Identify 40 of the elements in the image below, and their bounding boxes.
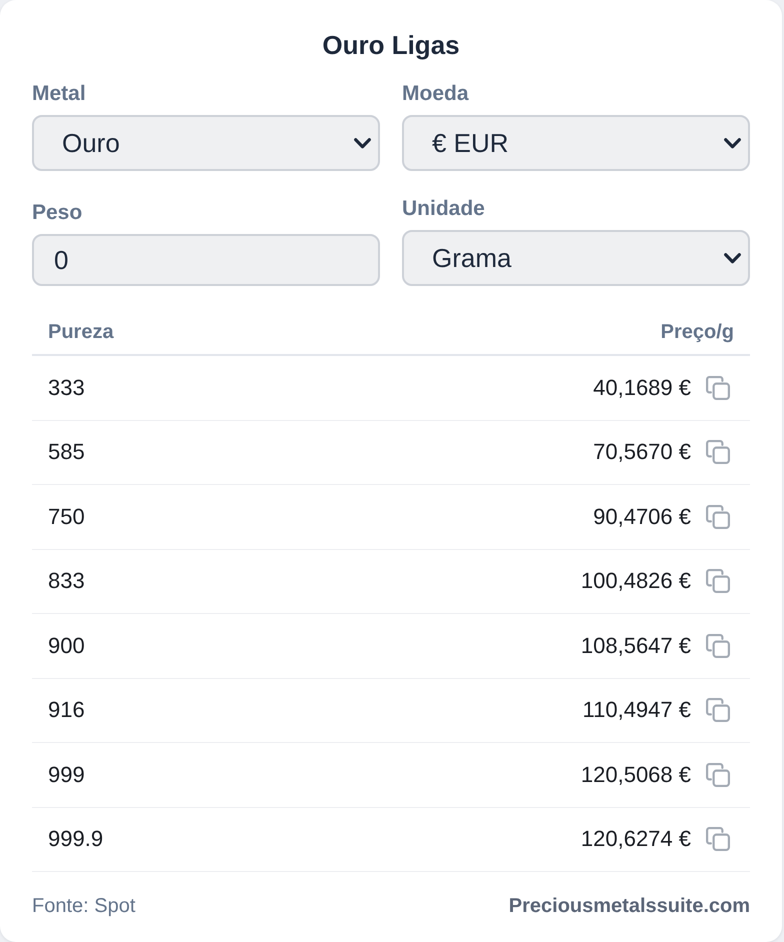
- table-cell: 108,5647 €: [580, 632, 691, 659]
- field-label: Unidade: [402, 198, 485, 220]
- dropdown[interactable]: Grama: [402, 230, 750, 286]
- column-header: Preço/g: [660, 321, 734, 343]
- table-cell: 999: [48, 762, 85, 788]
- chevron-down-icon: [354, 138, 371, 148]
- copy-icon: [706, 634, 730, 658]
- copy-icon: [706, 698, 730, 722]
- website-link[interactable]: Preciousmetalssuite.com: [508, 894, 750, 918]
- copy-icon: [706, 376, 730, 400]
- table-cell: 750: [48, 504, 85, 530]
- table-cell: 120,6274 €: [580, 826, 691, 852]
- table-cell: 916: [48, 697, 85, 724]
- dropdown[interactable]: Ouro: [32, 115, 380, 171]
- table-cell: 90,4706 €: [593, 504, 691, 530]
- table-cell: 100,4826 €: [580, 568, 691, 594]
- table-cell: 833: [48, 568, 85, 594]
- copy-icon: [706, 569, 730, 594]
- card-title: Ouro Ligas: [321, 31, 461, 59]
- table-cell: 110,4947 €: [582, 697, 691, 724]
- source-text: Fonte: Spot: [32, 894, 136, 918]
- field-label: Metal: [32, 83, 86, 105]
- copy-icon: [706, 440, 730, 464]
- table-cell: 70,5670 €: [593, 439, 691, 466]
- column-header: Pureza: [48, 321, 114, 343]
- copy-icon: [706, 762, 730, 787]
- table-cell: 40,1689 €: [593, 374, 691, 401]
- copy-icon: [706, 827, 730, 852]
- table-cell: 333: [48, 374, 85, 401]
- copy-icon: [706, 504, 730, 529]
- field-label: Moeda: [402, 83, 469, 105]
- table-cell: 120,5068 €: [580, 762, 691, 788]
- dropdown[interactable]: € EUR: [402, 115, 750, 171]
- table-cell: 900: [48, 632, 85, 659]
- chevron-down-icon: [724, 252, 741, 264]
- table-cell: 999.9: [48, 826, 104, 852]
- input-field[interactable]: 0: [32, 234, 380, 286]
- table-cell: 585: [48, 439, 85, 466]
- field-label: Peso: [32, 202, 82, 224]
- chevron-down-icon: [724, 138, 741, 148]
